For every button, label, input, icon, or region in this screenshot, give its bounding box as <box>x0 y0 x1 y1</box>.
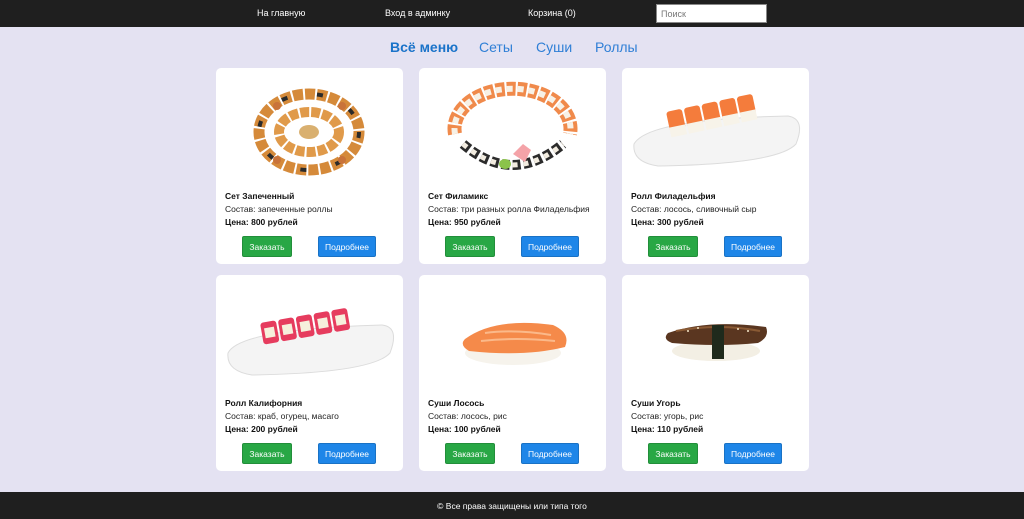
category-tabs: Всё меню Сеты Суши Роллы <box>0 39 1024 59</box>
product-price: Цена: 300 рублей <box>631 217 704 227</box>
product-description: Состав: краб, огурец, масаго <box>225 411 339 421</box>
product-card: Сет Филамикс Состав: три разных ролла Фи… <box>419 68 606 264</box>
search-input[interactable] <box>656 4 767 23</box>
product-price: Цена: 800 рублей <box>225 217 298 227</box>
details-button[interactable]: Подробнее <box>318 236 376 257</box>
product-name: Суши Лосось <box>428 398 485 408</box>
product-price: Цена: 950 рублей <box>428 217 501 227</box>
product-name: Ролл Филадельфия <box>631 191 716 201</box>
order-button[interactable]: Заказать <box>445 236 495 257</box>
product-description: Состав: лосось, сливочный сыр <box>631 204 757 214</box>
nav-home-link[interactable]: На главную <box>257 8 305 18</box>
nav-cart-link[interactable]: Корзина (0) <box>528 8 576 18</box>
product-description: Состав: лосось, рис <box>428 411 507 421</box>
product-name: Сет Запеченный <box>225 191 295 201</box>
product-card: Ролл Калифорния Состав: краб, огурец, ма… <box>216 275 403 471</box>
product-card: Ролл Филадельфия Состав: лосось, сливочн… <box>622 68 809 264</box>
top-navbar: На главную Вход в админку Корзина (0) <box>0 0 1024 27</box>
details-button[interactable]: Подробнее <box>521 236 579 257</box>
salmon-sushi-image <box>462 322 567 365</box>
baked-rolls-set-image <box>253 88 365 176</box>
california-roll-image <box>227 308 395 376</box>
copyright-text: © Все права защищены или типа того <box>437 501 587 511</box>
details-button[interactable]: Подробнее <box>318 443 376 464</box>
product-card: Суши Лосось Состав: лосось, рис Цена: 10… <box>419 275 606 471</box>
product-price: Цена: 200 рублей <box>225 424 298 434</box>
product-card: Сет Запеченный Состав: запеченные роллы … <box>216 68 403 264</box>
product-card: Суши Угорь Состав: угорь, рис Цена: 110 … <box>622 275 809 471</box>
tab-sushi[interactable]: Суши <box>536 39 572 55</box>
product-name: Суши Угорь <box>631 398 681 408</box>
tab-rolls[interactable]: Роллы <box>595 39 638 55</box>
product-description: Состав: угорь, рис <box>631 411 704 421</box>
details-button[interactable]: Подробнее <box>724 443 782 464</box>
order-button[interactable]: Заказать <box>648 236 698 257</box>
details-button[interactable]: Подробнее <box>521 443 579 464</box>
order-button[interactable]: Заказать <box>445 443 495 464</box>
product-description: Состав: запеченные роллы <box>225 204 333 214</box>
order-button[interactable]: Заказать <box>242 236 292 257</box>
product-name: Ролл Калифорния <box>225 398 303 408</box>
order-button[interactable]: Заказать <box>648 443 698 464</box>
tab-all-menu[interactable]: Всё меню <box>390 39 458 55</box>
eel-sushi-image <box>665 324 767 361</box>
product-price: Цена: 100 рублей <box>428 424 501 434</box>
product-description: Состав: три разных ролла Филадельфия <box>428 204 590 214</box>
order-button[interactable]: Заказать <box>242 443 292 464</box>
tab-sets[interactable]: Сеты <box>479 39 513 55</box>
footer: © Все права защищены или типа того <box>0 492 1024 519</box>
product-price: Цена: 110 рублей <box>631 424 704 434</box>
philadelphia-roll-image <box>633 94 801 167</box>
details-button[interactable]: Подробнее <box>724 236 782 257</box>
philamix-set-image <box>447 81 578 170</box>
product-name: Сет Филамикс <box>428 191 489 201</box>
nav-admin-link[interactable]: Вход в админку <box>385 8 450 18</box>
